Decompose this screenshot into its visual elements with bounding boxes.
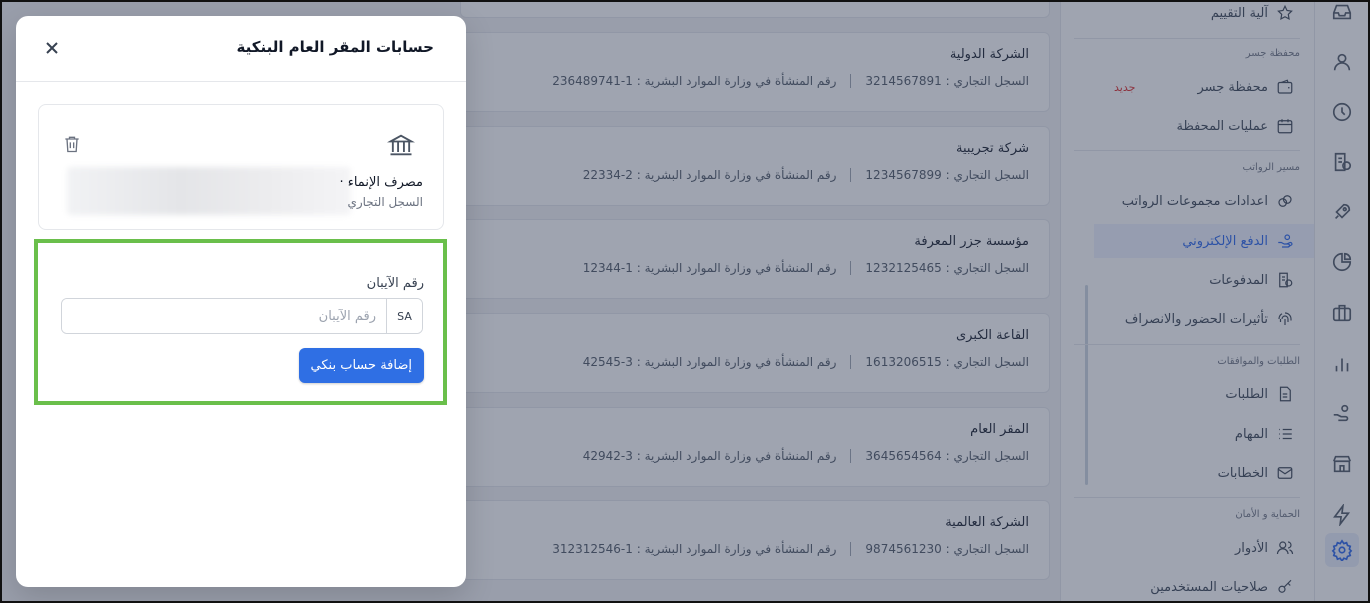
iban-input[interactable]	[62, 299, 386, 333]
trash-icon	[65, 136, 79, 153]
delete-button[interactable]	[61, 133, 83, 157]
modal-header: حسابات المقر العام البنكية	[16, 16, 466, 82]
iban-prefix: SA	[386, 299, 422, 333]
close-button[interactable]	[42, 38, 62, 58]
bank-cr-label: السجل التجاري	[347, 195, 423, 209]
bank-icon	[386, 131, 416, 159]
close-icon	[46, 42, 58, 54]
modal-title: حسابات المقر العام البنكية	[236, 38, 435, 56]
redacted-area	[67, 167, 351, 215]
bank-name: مصرف الإنماء ·	[339, 175, 423, 190]
iban-label: رقم الآيبان	[366, 276, 424, 291]
iban-field: SA	[61, 298, 423, 334]
bank-accounts-modal: حسابات المقر العام البنكية مصرف الإنماء …	[16, 16, 466, 587]
bank-account-card: مصرف الإنماء · السجل التجاري	[38, 104, 444, 230]
add-bank-account-button[interactable]: إضافة حساب بنكي	[298, 348, 424, 383]
